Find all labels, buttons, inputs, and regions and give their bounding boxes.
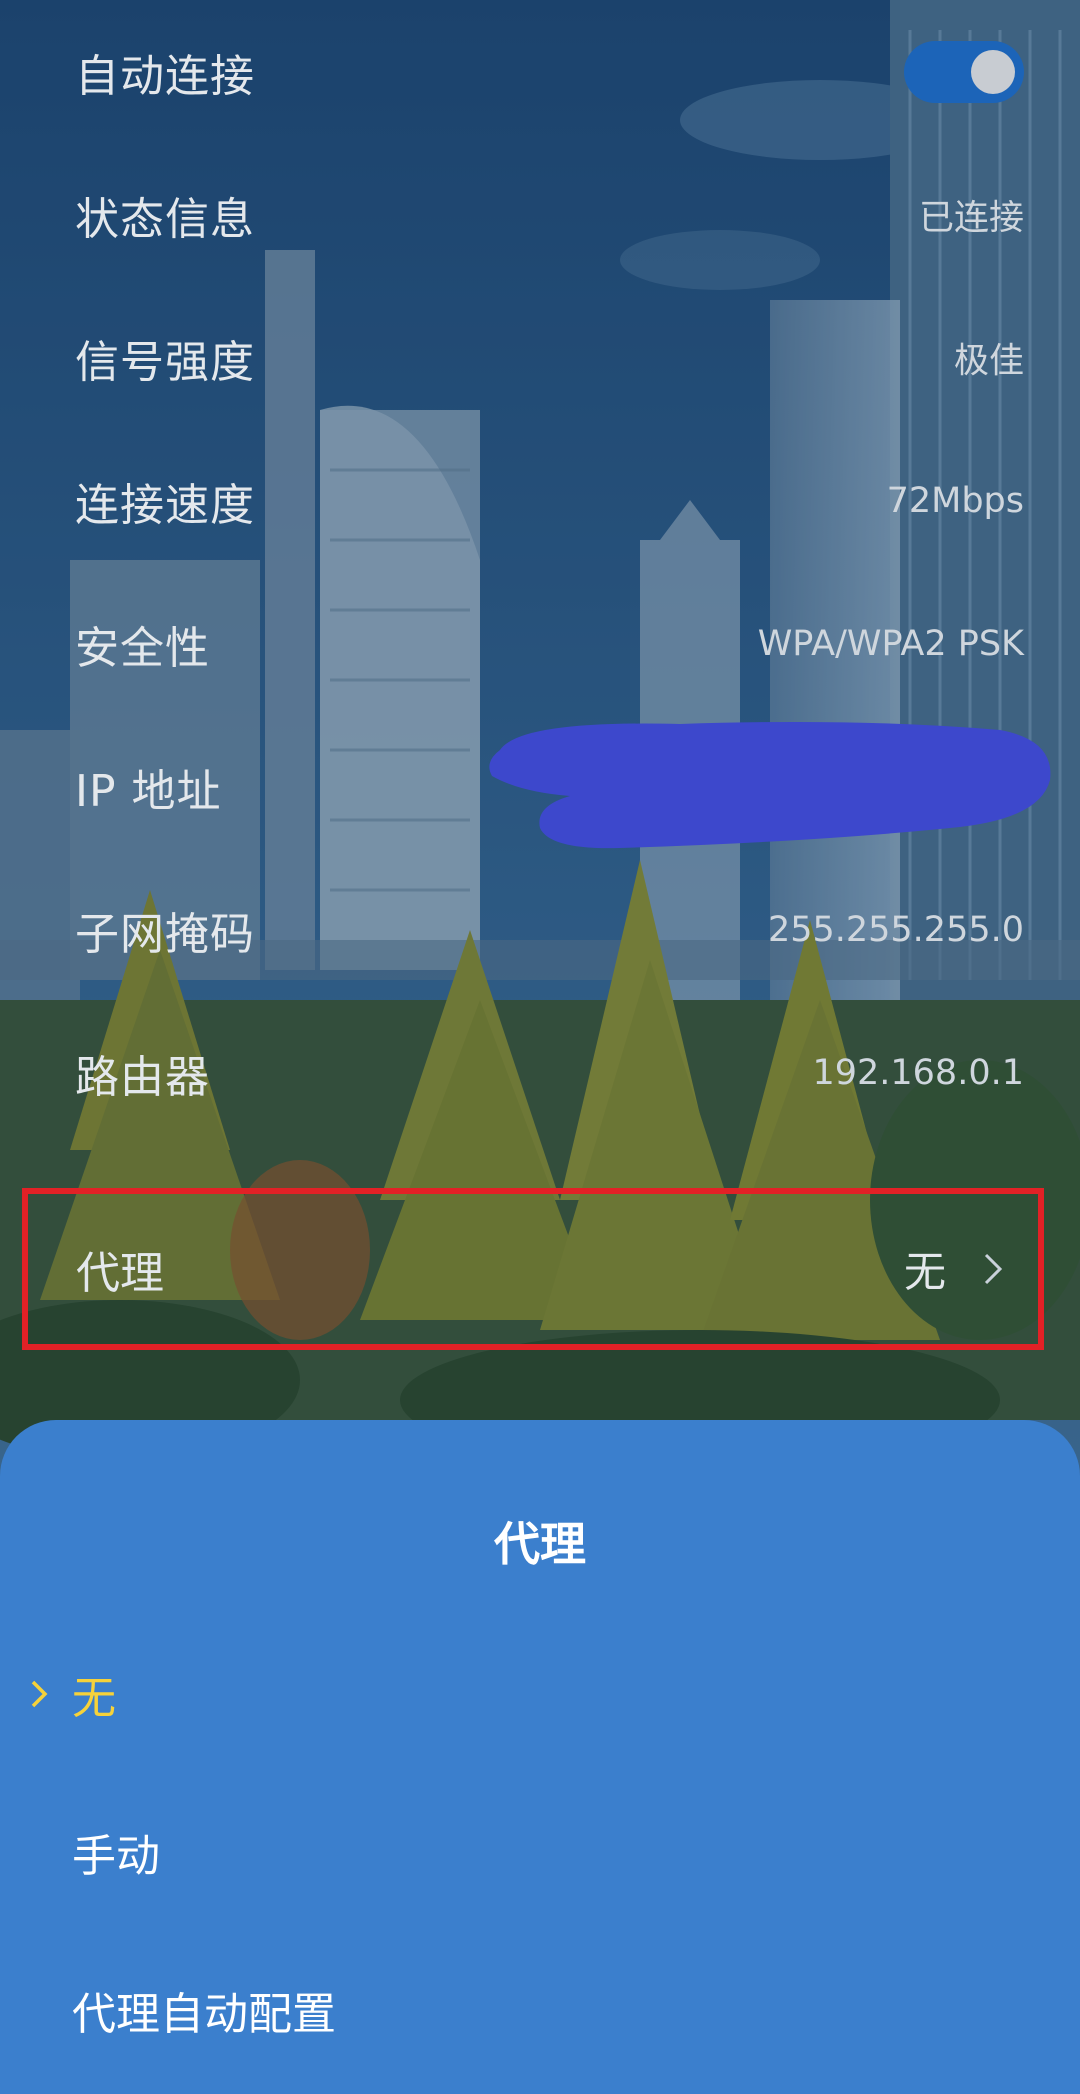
chevron-right-icon: [984, 1253, 1003, 1285]
status-row: 状态信息 已连接: [0, 143, 1080, 286]
proxy-row[interactable]: 代理 无: [22, 1188, 1044, 1350]
ip-redaction-scribble: [480, 710, 1060, 860]
proxy-option-none[interactable]: 无: [0, 1634, 1080, 1754]
speed-row: 连接速度 72Mbps: [0, 429, 1080, 572]
selected-chevron-icon: [31, 1680, 48, 1708]
ip-label: IP 地址: [75, 765, 222, 817]
security-row: 安全性 WPA/WPA2 PSK: [0, 572, 1080, 715]
auto-connect-toggle[interactable]: [904, 40, 1024, 103]
proxy-option-manual[interactable]: 手动: [0, 1792, 1080, 1912]
signal-row: 信号强度 极佳: [0, 286, 1080, 429]
auto-connect-label: 自动连接: [75, 50, 255, 102]
signal-value: 极佳: [953, 341, 1024, 381]
subnet-value: 255.255.255.0: [767, 909, 1024, 950]
security-value: WPA/WPA2 PSK: [757, 623, 1024, 664]
proxy-option-label: 代理自动配置: [72, 1989, 336, 2040]
toggle-knob: [971, 49, 1015, 94]
signal-label: 信号强度: [75, 336, 255, 388]
proxy-bottom-sheet: 代理 无 手动 代理自动配置: [0, 1420, 1080, 2094]
router-label: 路由器: [75, 1051, 210, 1103]
speed-label: 连接速度: [75, 479, 255, 531]
auto-connect-row[interactable]: 自动连接: [0, 0, 1080, 143]
proxy-option-label: 无: [72, 1673, 116, 1724]
proxy-option-auto-config[interactable]: 代理自动配置: [0, 1950, 1080, 2070]
subnet-row: 子网掩码 255.255.255.0: [0, 858, 1080, 1001]
sheet-title: 代理: [494, 1517, 586, 1571]
security-label: 安全性: [75, 622, 210, 674]
proxy-option-label: 手动: [72, 1831, 160, 1882]
status-value: 已连接: [918, 198, 1024, 238]
subnet-label: 子网掩码: [75, 908, 255, 960]
router-value: 192.168.0.1: [812, 1052, 1024, 1093]
status-label: 状态信息: [75, 193, 255, 245]
router-row: 路由器 192.168.0.1: [0, 1001, 1080, 1144]
proxy-label: 代理: [76, 1248, 164, 1299]
speed-value: 72Mbps: [886, 480, 1024, 521]
proxy-value: 无: [903, 1247, 946, 1297]
